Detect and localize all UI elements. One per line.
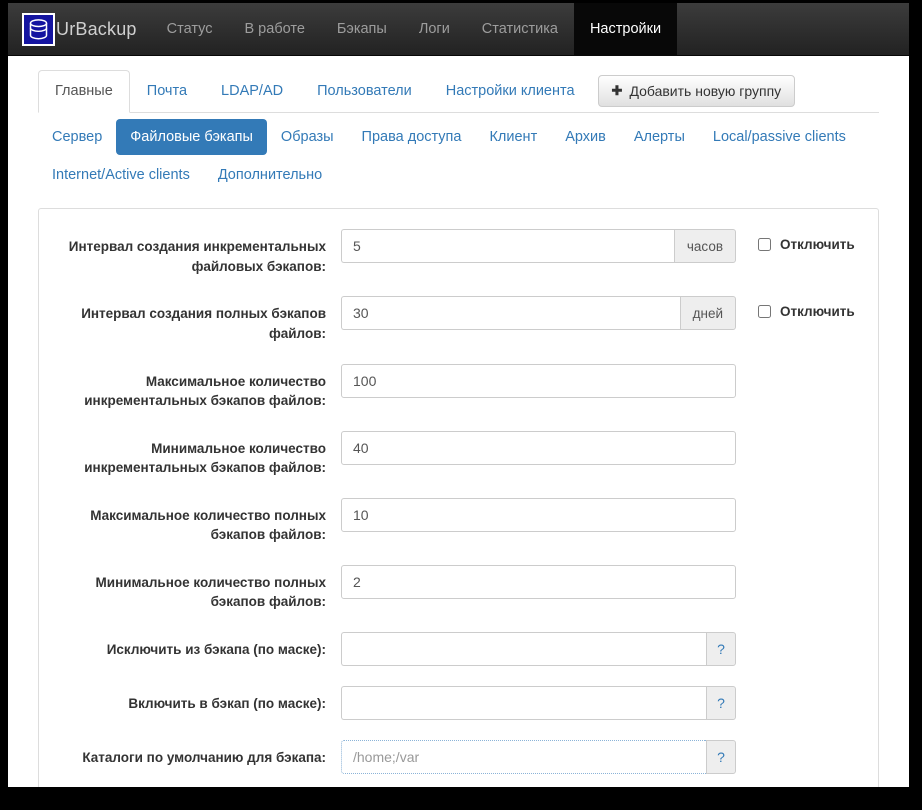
input-group-exclude-mask: ? [341,632,736,667]
label-include-mask: Включить в бэкап (по маске): [128,696,326,712]
add-new-group-label: Добавить новую группу [629,82,782,99]
tab-client-settings[interactable]: Настройки клиента [429,70,592,113]
subtab-images[interactable]: Образы [267,119,348,156]
control-incremental-interval: часов Отключить [341,229,864,264]
full-interval-disable-checkbox[interactable] [758,305,771,319]
incremental-interval-input[interactable] [341,229,674,264]
subtab-permissions[interactable]: Права доступа [348,119,476,156]
form-row-min-incremental: Минимальное количество инкрементальных б… [53,430,864,478]
include-mask-help-icon[interactable]: ? [706,686,736,721]
add-new-group-button[interactable]: ✚ Добавить новую группу [597,74,796,107]
default-directories-help-icon[interactable]: ? [706,740,736,775]
min-incremental-input[interactable] [341,430,736,465]
nav-item-in-progress[interactable]: В работе [228,3,320,55]
nav-item-backups[interactable]: Бэкапы [321,3,403,55]
input-group-min-full [341,564,736,599]
label-full-interval: Интервал создания полных бэкапов файлов: [81,306,326,341]
form-row-exclude-mask: Исключить из бэкапа (по маске): ? [53,632,864,667]
label-exclude-mask: Исключить из бэкапа (по маске): [106,642,326,658]
form-row-max-incremental: Максимальное количество инкрементальных … [53,363,864,411]
subtab-client[interactable]: Клиент [475,119,551,156]
input-group-default-directories: ? [341,740,736,775]
nav-item-logs[interactable]: Логи [403,3,466,55]
input-group-min-incremental [341,430,736,465]
input-group-incremental-interval: часов [341,229,736,264]
incremental-interval-disable-label: Отключить [780,237,855,253]
database-cylinder-icon [22,12,55,46]
include-mask-input[interactable] [341,686,706,721]
form-row-include-mask: Включить в бэкап (по маске): ? [53,686,864,721]
incremental-interval-unit: часов [673,229,736,264]
subtab-advanced[interactable]: Дополнительно [204,157,336,194]
control-min-incremental [341,430,864,465]
tab-main[interactable]: Главные [38,70,130,113]
label-default-directories: Каталоги по умолчанию для бэкапа: [82,750,326,766]
default-directories-input[interactable] [341,740,706,775]
plus-icon: ✚ [611,83,623,99]
min-full-input[interactable] [341,564,736,599]
label-min-incremental: Минимальное количество инкрементальных б… [84,440,326,476]
subtab-internet-active-clients[interactable]: Internet/Active clients [38,157,204,194]
input-group-include-mask: ? [341,686,736,721]
nav-item-settings[interactable]: Настройки [573,3,678,55]
control-exclude-mask: ? [341,632,864,667]
full-interval-unit: дней [679,296,736,331]
subtab-local-passive-clients[interactable]: Local/passive clients [699,119,860,156]
nav-item-status[interactable]: Статус [151,3,229,55]
exclude-mask-help-icon[interactable]: ? [706,632,736,667]
input-group-max-full [341,497,736,532]
label-incremental-interval: Интервал создания инкрементальных файлов… [68,239,326,274]
subtab-archive[interactable]: Архив [551,119,620,156]
tabs-area: Главные Почта LDAP/AD Пользователи Настр… [8,56,909,194]
brand-name: UrBackup [56,18,137,39]
form-row-max-full: Максимальное количество полных бэкапов ф… [53,497,864,545]
input-group-max-incremental [341,363,736,398]
label-max-full: Максимальное количество полных бэкапов ф… [90,507,326,543]
incremental-interval-disable-checkbox[interactable] [758,238,771,252]
incremental-interval-disable-toggle[interactable]: Отключить [758,229,855,252]
max-incremental-input[interactable] [341,363,736,398]
subtab-file-backups[interactable]: Файловые бэкапы [116,118,267,156]
secondary-tabs: Сервер Файловые бэкапы Образы Права дост… [38,113,879,195]
form-row-incremental-interval: Интервал создания инкрементальных файлов… [53,229,864,276]
control-max-full [341,497,864,532]
primary-tabs: Главные Почта LDAP/AD Пользователи Настр… [38,70,879,113]
control-max-incremental [341,363,864,398]
navbar-items: Статус В работе Бэкапы Логи Статистика Н… [151,3,678,55]
brand-link[interactable]: UrBackup [8,3,151,55]
control-full-interval: дней Отключить [341,296,864,331]
form-row-default-directories: Каталоги по умолчанию для бэкапа: ? [53,740,864,775]
subtab-alerts[interactable]: Алерты [620,119,699,156]
full-interval-disable-toggle[interactable]: Отключить [758,296,855,319]
label-max-incremental: Максимальное количество инкрементальных … [84,373,326,409]
subtab-server[interactable]: Сервер [38,119,116,156]
top-navbar: UrBackup Статус В работе Бэкапы Логи Ста… [8,3,909,56]
tab-users[interactable]: Пользователи [300,70,429,113]
label-min-full: Минимальное количество полных бэкапов фа… [95,574,326,610]
exclude-mask-input[interactable] [341,632,706,667]
control-default-directories: ? [341,740,864,775]
tab-ldap-ad[interactable]: LDAP/AD [204,70,300,113]
control-min-full [341,564,864,599]
app-window: UrBackup Статус В работе Бэкапы Логи Ста… [8,3,909,787]
input-group-full-interval: дней [341,296,736,331]
full-interval-disable-label: Отключить [780,304,855,320]
max-full-input[interactable] [341,497,736,532]
full-interval-input[interactable] [341,296,680,331]
settings-form-panel: Интервал создания инкрементальных файлов… [38,208,879,787]
form-row-min-full: Минимальное количество полных бэкапов фа… [53,564,864,612]
nav-item-statistics[interactable]: Статистика [466,3,574,55]
tab-mail[interactable]: Почта [130,70,204,113]
control-include-mask: ? [341,686,864,721]
form-row-full-interval: Интервал создания полных бэкапов файлов:… [53,296,864,343]
